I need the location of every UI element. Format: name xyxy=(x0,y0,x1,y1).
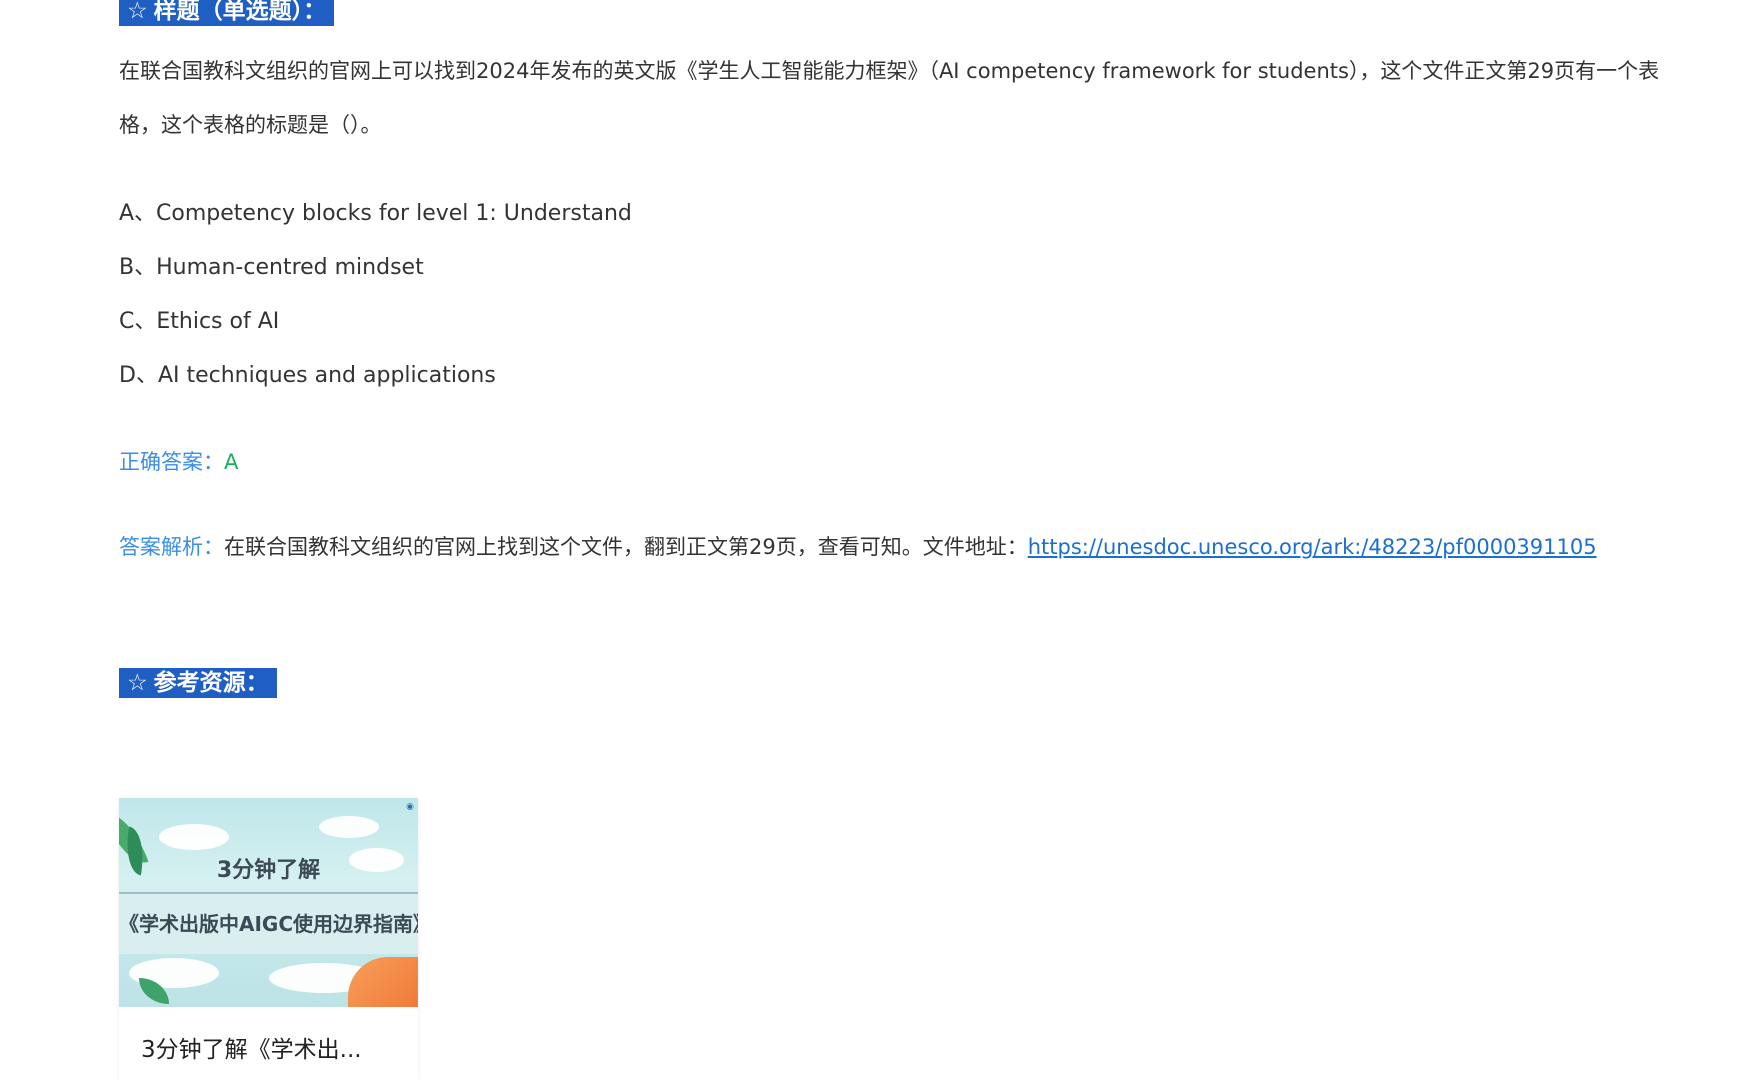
correct-answer-value: A xyxy=(224,450,239,474)
cloud-shape xyxy=(319,816,379,838)
resource-card-title[interactable]: 3分钟了解《学术出... xyxy=(141,1030,362,1064)
sample-question-tag: ☆ 样题（单选题）： xyxy=(119,0,335,26)
option-c: C、Ethics of AI xyxy=(119,309,280,334)
cloud-shape xyxy=(159,824,229,850)
question-text: 在联合国教科文组织的官网上可以找到2024年发布的英文版《学生人工智能能力框架》… xyxy=(119,59,1660,137)
options-list: A、Competency blocks for level 1: Underst… xyxy=(119,187,632,403)
resource-card[interactable]: ◉ 3分钟了解 《学术出版中AIGC使用边界指南》 3分钟了解《学术出... xyxy=(119,798,418,1080)
analysis-label: 答案解析： xyxy=(119,535,224,559)
thumbnail-title-line1: 3分钟了解 xyxy=(216,858,321,883)
document-link[interactable]: https://unesdoc.unesco.org/ark:/48223/pf… xyxy=(1028,535,1597,559)
correct-answer-label: 正确答案： xyxy=(119,450,224,474)
option-b: B、Human-centred mindset xyxy=(119,255,424,280)
correct-answer: 正确答案：A xyxy=(119,446,238,478)
analysis-text: 在联合国教科文组织的官网上找到这个文件，翻到正文第29页，查看可知。文件地址： xyxy=(224,535,1028,559)
thumbnail-title-line2: 《学术出版中AIGC使用边界指南》 xyxy=(119,912,418,936)
orange-shape xyxy=(348,957,418,1007)
answer-analysis: 答案解析：在联合国教科文组织的官网上找到这个文件，翻到正文第29页，查看可知。文… xyxy=(119,527,1679,567)
sample-question-title: 样题（单选题）： xyxy=(153,0,327,24)
option-d: D、AI techniques and applications xyxy=(119,363,496,388)
references-tag: ☆ 参考资源： xyxy=(119,668,277,698)
resource-thumbnail[interactable]: ◉ 3分钟了解 《学术出版中AIGC使用边界指南》 xyxy=(119,798,418,1007)
star-icon: ☆ xyxy=(127,0,148,24)
star-icon: ☆ xyxy=(127,670,148,696)
publisher-logo: ◉ xyxy=(406,802,414,812)
option-a: A、Competency blocks for level 1: Underst… xyxy=(119,201,632,226)
references-title: 参考资源： xyxy=(153,670,269,696)
